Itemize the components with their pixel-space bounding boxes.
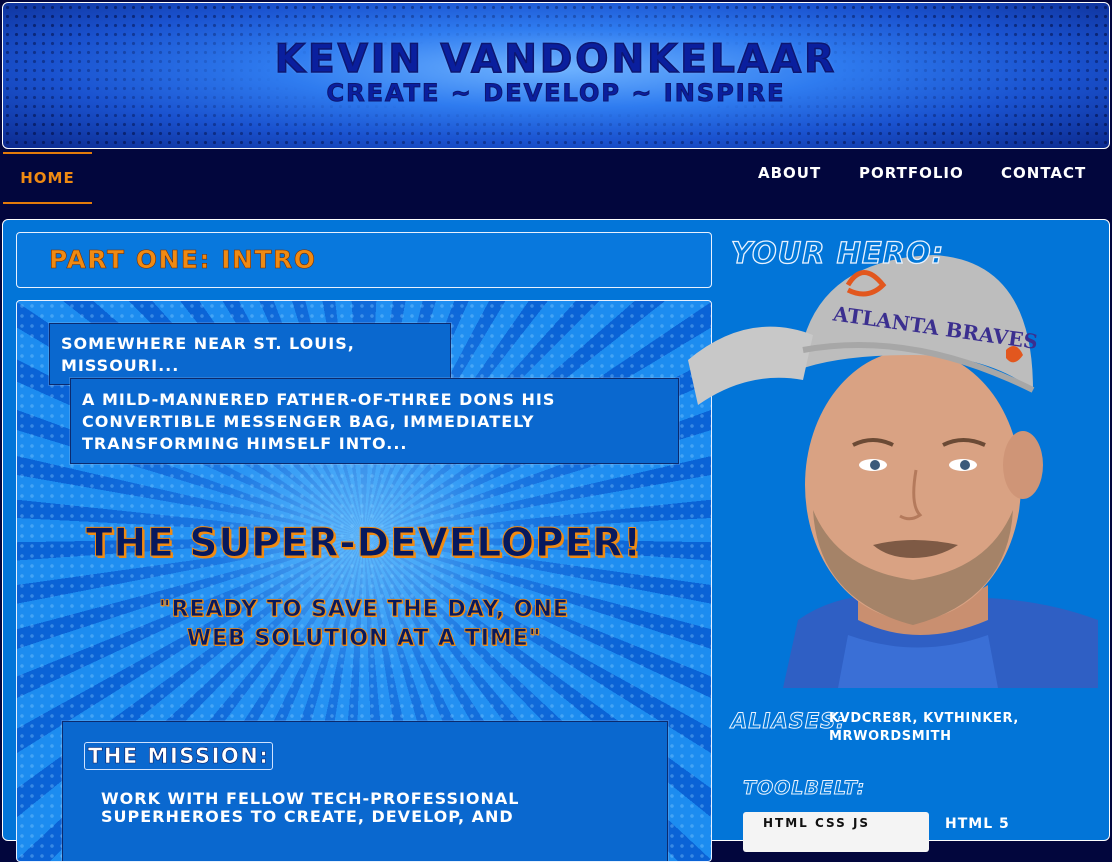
tool-label-first: HTML 5 (945, 816, 1010, 832)
nav-home[interactable]: Home (3, 152, 92, 204)
main-content: Part One: Intro Somewhere near St. Louis… (2, 219, 1110, 862)
caption-location: Somewhere near St. Louis, Missouri... (49, 323, 451, 385)
aliases-text: KVDcre8r, KVThinker, MrWordsmith (829, 711, 1019, 744)
tool-badge-text: HTML CSS JS (763, 816, 871, 830)
hero-heading: Your Hero: (730, 235, 945, 270)
site-header: Kevin VanDonkelaar Create ~ Develop ~ In… (2, 2, 1110, 149)
mission-title: The Mission: (84, 742, 274, 770)
part-heading-box: Part One: Intro (16, 232, 712, 288)
main-nav: Home About Portfolio Contact (0, 150, 1112, 212)
hero-photo: ATLANTA BRAVES (688, 240, 1098, 688)
mission-box: The Mission: Work with fellow tech-profe… (62, 721, 668, 861)
comic-panel: Somewhere near St. Louis, Missouri... A … (16, 300, 712, 862)
site-tagline: Create ~ Develop ~ Inspire (326, 79, 786, 108)
nav-about[interactable]: About (758, 164, 821, 182)
hero-name: The Super-Developer! (85, 521, 643, 567)
nav-contact[interactable]: Contact (1001, 164, 1086, 182)
mission-text: Work with fellow tech-professional super… (101, 789, 520, 826)
tool-badge: HTML CSS JS (743, 812, 929, 852)
hero-quote: "Ready to save the day, one web solution… (159, 597, 569, 652)
caption-story: A mild-mannered father-of-three dons his… (70, 378, 679, 464)
person-portrait-icon: ATLANTA BRAVES (688, 255, 1098, 688)
toolbelt-label: Toolbelt: (742, 777, 866, 800)
part-title: Part One: Intro (49, 245, 317, 275)
site-title: Kevin VanDonkelaar (274, 36, 838, 83)
nav-portfolio[interactable]: Portfolio (859, 164, 964, 182)
